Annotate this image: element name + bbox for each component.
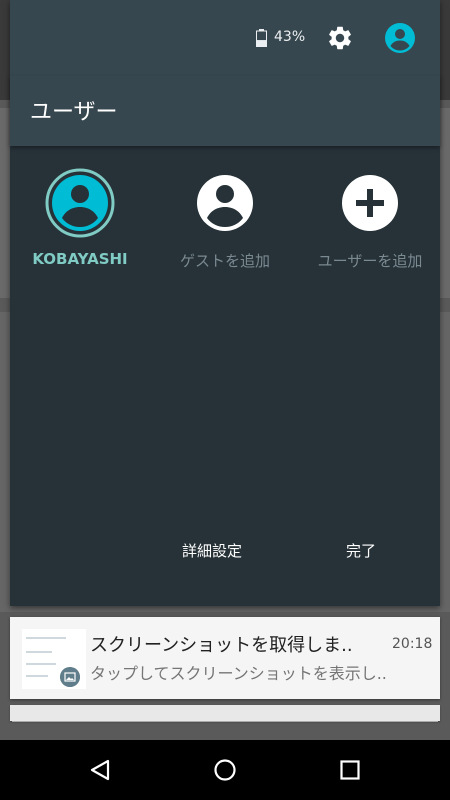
- quick-settings-user-panel: 43% ユーザー KOBAYASHI ゲストを追加 ユーザーを追加 詳細設定 完…: [10, 0, 440, 606]
- home-button[interactable]: [209, 754, 241, 786]
- user-tile-label: ゲストを追加: [179, 252, 270, 270]
- user-tile-label: ユーザーを追加: [317, 252, 423, 270]
- guest-avatar-icon: [197, 175, 253, 231]
- add-user-icon: [342, 175, 398, 231]
- user-icon[interactable]: [384, 22, 416, 54]
- panel-actions: 詳細設定 完了: [10, 528, 440, 572]
- image-icon: [60, 667, 80, 687]
- panel-header: ユーザー: [10, 76, 440, 146]
- back-button[interactable]: [84, 754, 116, 786]
- screenshot-notification[interactable]: スクリーンショットを取得しま.. 20:18 タップしてスクリーンショットを表示…: [10, 617, 440, 699]
- panel-title: ユーザー: [30, 100, 118, 125]
- recents-button[interactable]: [334, 754, 366, 786]
- home-circle-icon: [214, 759, 236, 781]
- more-settings-button[interactable]: 詳細設定: [182, 540, 242, 561]
- battery-icon: [256, 29, 267, 47]
- recents-square-icon: [340, 760, 360, 780]
- notification-text: タップしてスクリーンショットを表示し..: [90, 664, 387, 683]
- user-tile-add-user[interactable]: ユーザーを追加: [300, 168, 440, 278]
- status-row: 43%: [10, 0, 440, 76]
- user-switcher-grid: KOBAYASHI ゲストを追加 ユーザーを追加: [10, 168, 440, 278]
- user-tile-add-guest[interactable]: ゲストを追加: [155, 168, 295, 278]
- user-avatar-icon: [45, 168, 115, 238]
- back-triangle-icon: [90, 759, 110, 781]
- notification-stack-shadow: [10, 705, 440, 721]
- navigation-bar: [0, 740, 450, 800]
- done-button[interactable]: 完了: [346, 540, 376, 561]
- user-tile-label: KOBAYASHI: [32, 250, 128, 268]
- gear-icon[interactable]: [326, 24, 354, 52]
- notification-title: スクリーンショットを取得しま..: [90, 635, 353, 656]
- battery-percentage: 43%: [274, 29, 306, 45]
- user-tile-kobayashi[interactable]: KOBAYASHI: [10, 168, 150, 278]
- notification-time: 20:18: [392, 636, 433, 652]
